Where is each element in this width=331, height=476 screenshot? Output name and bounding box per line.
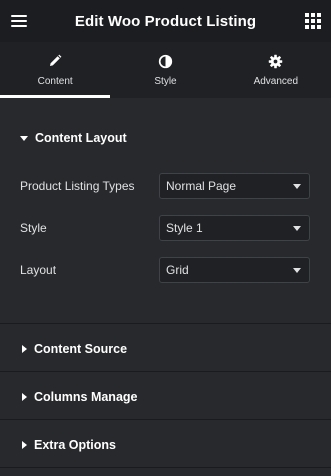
page-title: Edit Woo Product Listing	[74, 12, 257, 30]
caret-right-icon	[22, 345, 27, 353]
section-extra-options-toggle[interactable]: Extra Options	[22, 438, 116, 452]
select-value: Style 1	[166, 221, 203, 235]
tab-content[interactable]: Content	[0, 42, 111, 98]
style-select[interactable]: Style 1	[159, 215, 310, 241]
select-value: Grid	[166, 263, 189, 277]
half-circle-contrast-icon	[157, 53, 173, 69]
layout-select[interactable]: Grid	[159, 257, 310, 283]
panel-tabs: Content Style Advanced	[0, 42, 331, 98]
tab-advanced-label: Advanced	[253, 76, 299, 87]
tab-style-label: Style	[154, 76, 177, 87]
section-title: Content Layout	[35, 131, 127, 145]
caret-down-icon	[20, 135, 28, 141]
control-label: Product Listing Types	[20, 179, 135, 193]
caret-right-icon	[22, 441, 27, 449]
tab-advanced[interactable]: Advanced	[221, 42, 331, 98]
gear-icon	[268, 53, 284, 69]
chevron-down-icon	[293, 267, 301, 273]
section-content-source: Content Source	[0, 324, 331, 372]
apps-grid-icon[interactable]	[303, 11, 323, 31]
control-style: Style Style 1	[20, 215, 310, 241]
section-title: Content Source	[34, 342, 128, 356]
chevron-down-icon	[293, 183, 301, 189]
control-label: Layout	[20, 263, 57, 277]
section-content-layout-toggle[interactable]: Content Layout	[20, 131, 127, 145]
section-columns-manage-toggle[interactable]: Columns Manage	[22, 390, 138, 404]
tab-content-label: Content	[37, 76, 73, 87]
product-listing-types-select[interactable]: Normal Page	[159, 173, 310, 199]
select-value: Normal Page	[166, 179, 237, 193]
section-extra-options: Extra Options	[0, 420, 331, 468]
pencil-icon	[47, 53, 63, 69]
hamburger-menu-icon[interactable]	[8, 10, 30, 32]
section-columns-manage: Columns Manage	[0, 372, 331, 420]
tab-style[interactable]: Style	[110, 42, 220, 98]
editor-header: Edit Woo Product Listing	[0, 0, 331, 42]
section-content-source-toggle[interactable]: Content Source	[22, 342, 127, 356]
control-product-listing-types: Product Listing Types Normal Page	[20, 173, 310, 199]
control-layout: Layout Grid	[20, 257, 310, 283]
chevron-down-icon	[293, 225, 301, 231]
section-content-layout: Content Layout Product Listing Types Nor…	[0, 98, 331, 324]
section-title: Columns Manage	[34, 390, 138, 404]
control-label: Style	[20, 221, 47, 235]
caret-right-icon	[22, 393, 27, 401]
section-title: Extra Options	[34, 438, 116, 452]
